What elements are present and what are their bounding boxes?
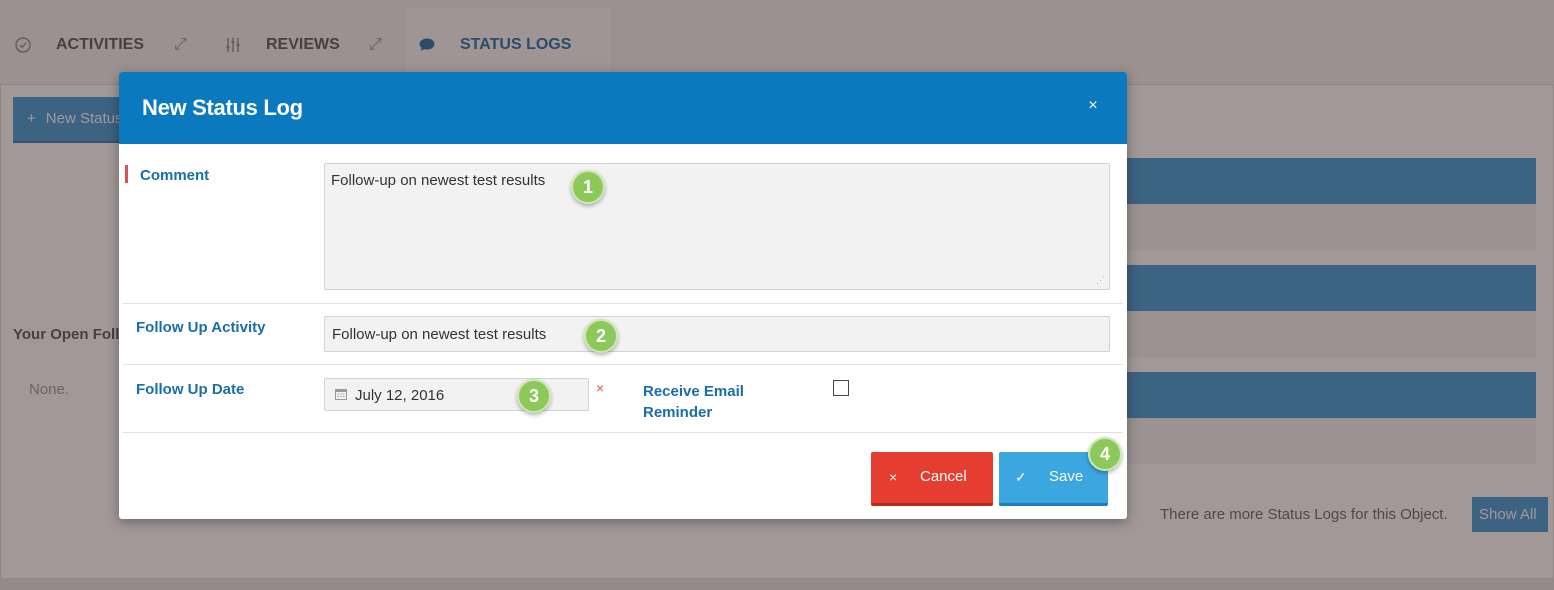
- receive-email-reminder-label: Receive Email Reminder: [643, 383, 744, 421]
- required-indicator: [125, 165, 128, 183]
- follow-up-date-value: July 12, 2016: [355, 387, 445, 404]
- follow-up-activity-label: Follow Up Activity: [136, 319, 266, 336]
- cancel-label: Cancel: [920, 468, 967, 485]
- save-label: Save: [1049, 468, 1084, 485]
- check-icon: ✓: [1015, 469, 1027, 485]
- resize-grip-icon[interactable]: ⋰: [1096, 276, 1105, 285]
- close-icon[interactable]: ×: [1085, 98, 1101, 114]
- step-marker-1: 1: [571, 170, 605, 204]
- divider: [123, 364, 1123, 365]
- clear-date-icon[interactable]: ×: [596, 380, 604, 396]
- comment-textarea[interactable]: Follow-up on newest test results: [324, 163, 1110, 290]
- step-marker-2: 2: [584, 319, 618, 353]
- follow-up-date-label: Follow Up Date: [136, 381, 245, 398]
- cancel-button[interactable]: × Cancel: [871, 452, 993, 506]
- dialog-header: New Status Log ×: [119, 72, 1127, 144]
- divider: [123, 432, 1123, 433]
- new-status-log-dialog: New Status Log × Comment Follow-up on ne…: [119, 72, 1127, 519]
- calendar-icon: [335, 387, 347, 400]
- comment-label: Comment: [140, 167, 210, 184]
- step-marker-3: 3: [517, 379, 551, 413]
- divider: [123, 303, 1123, 304]
- step-marker-4: 4: [1088, 437, 1122, 471]
- close-icon: ×: [889, 469, 898, 485]
- dialog-title: New Status Log: [142, 95, 303, 120]
- follow-up-activity-input[interactable]: [324, 316, 1110, 352]
- receive-email-reminder-checkbox[interactable]: [833, 380, 849, 396]
